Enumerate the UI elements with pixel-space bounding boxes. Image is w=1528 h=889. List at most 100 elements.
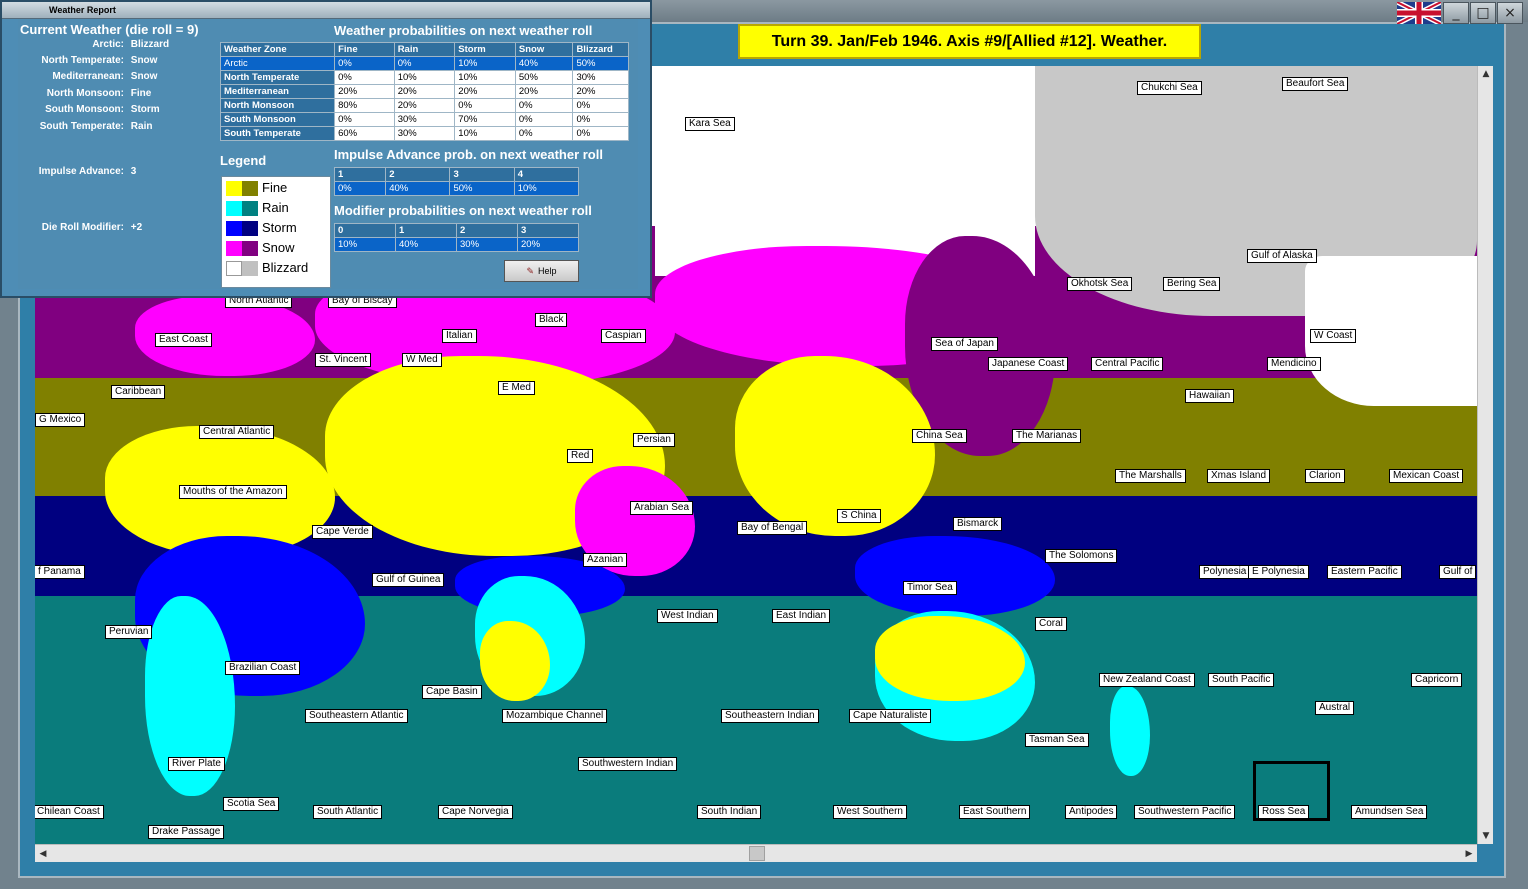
help-button[interactable]: ✎ Help [504,260,579,282]
sea-zone-label[interactable]: Okhotsk Sea [1067,277,1133,291]
table-row[interactable]: North Monsoon 80% 20% 0% 0% 0% [219,98,629,113]
vertical-scrollbar[interactable]: ▲ ▼ [1477,66,1493,844]
sea-zone-label[interactable]: Cape Verde [312,525,373,539]
table-row[interactable]: Mediterranean 20% 20% 20% 20% 20% [219,84,629,99]
sea-zone-label[interactable]: The Solomons [1045,549,1118,563]
sea-zone-label[interactable]: Gulf of [1439,565,1477,579]
current-weather-title: Current Weather (die roll = 9) [20,22,199,37]
sea-zone-label[interactable]: Mozambique Channel [502,709,608,723]
sea-zone-label[interactable]: St. Vincent [315,353,372,367]
sea-zone-label[interactable]: Beaufort Sea [1282,77,1349,91]
sea-zone-label[interactable]: Austral [1315,701,1355,715]
minimize-button[interactable]: _ [1443,2,1469,24]
sea-zone-label[interactable]: Eastern Pacific [1327,565,1402,579]
sea-zone-label[interactable]: Japanese Coast [988,357,1069,371]
sea-zone-label[interactable]: South Atlantic [313,805,383,819]
sea-zone-label[interactable]: E Med [498,381,535,395]
horizontal-scrollbar[interactable]: ◀ ▶ [35,844,1477,862]
sea-zone-label[interactable]: South Indian [697,805,762,819]
sea-zone-label[interactable]: W Med [402,353,442,367]
maximize-button[interactable]: □ [1470,2,1496,24]
sea-zone-label[interactable]: East Indian [772,609,831,623]
sea-zone-label[interactable]: The Marshalls [1115,469,1186,483]
sea-zone-label[interactable]: River Plate [168,757,225,771]
sea-zone-label[interactable]: W Coast [1310,329,1357,343]
sea-zone-label[interactable]: Coral [1035,617,1067,631]
legend-swatch-dark [242,181,258,196]
weather-report-dialog[interactable]: Weather Report Current Weather (die roll… [0,0,652,298]
sea-zone-label[interactable]: Red [567,449,594,463]
scroll-right-icon[interactable]: ▶ [1461,846,1477,862]
sea-zone-label[interactable]: Azanian [583,553,628,567]
sea-zone-label[interactable]: Central Pacific [1091,357,1164,371]
sea-zone-label[interactable]: South Pacific [1208,673,1275,687]
sea-zone-label[interactable]: Mexican Coast [1389,469,1464,483]
weather-zone-cell: South Temperate [219,126,336,141]
sea-zone-label[interactable]: Southwestern Indian [578,757,678,771]
sea-zone-label[interactable]: The Marianas [1012,429,1082,443]
table-row[interactable]: South Temperate 60% 30% 10% 0% 0% [219,126,629,141]
sea-zone-label[interactable]: Peruvian [105,625,153,639]
sea-zone-label[interactable]: Cape Basin [422,685,482,699]
sea-zone-label[interactable]: Caspian [601,329,646,343]
scroll-up-icon[interactable]: ▲ [1478,66,1494,82]
sea-zone-label[interactable]: Arabian Sea [630,501,694,515]
sea-zone-label[interactable]: Gulf of Guinea [372,573,445,587]
sea-zone-label[interactable]: Cape Norvegia [438,805,513,819]
sea-zone-label[interactable]: Timor Sea [903,581,957,595]
sea-zone-label[interactable]: Bering Sea [1163,277,1221,291]
sea-zone-label[interactable]: Persian [633,433,675,447]
scroll-thumb[interactable] [749,846,765,861]
union-jack-flag-icon[interactable] [1395,0,1443,27]
sea-zone-label[interactable]: Tasman Sea [1025,733,1089,747]
sea-zone-label[interactable]: Chukchi Sea [1137,81,1202,95]
sea-zone-label[interactable]: Drake Passage [148,825,225,839]
sea-zone-label[interactable]: Black [535,313,568,327]
sea-zone-label[interactable]: Bay of Bengal [737,521,808,535]
sea-zone-label[interactable]: Gulf of Alaska [1247,249,1317,263]
column-header: 4 [513,167,580,182]
sea-zone-label[interactable]: West Southern [833,805,907,819]
sea-zone-label[interactable]: East Southern [959,805,1031,819]
sea-zone-label[interactable]: West Indian [657,609,718,623]
sea-zone-label[interactable]: Italian [442,329,477,343]
sea-zone-label[interactable]: Hawaiian [1185,389,1235,403]
sea-zone-label[interactable]: Clarion [1305,469,1345,483]
sea-zone-label[interactable]: Southeastern Atlantic [305,709,408,723]
sea-zone-label[interactable]: Caribbean [111,385,166,399]
sea-zone-label[interactable]: Kara Sea [685,117,735,131]
sea-zone-label[interactable]: S China [837,509,881,523]
sea-zone-label[interactable]: Polynesia [1199,565,1251,579]
sea-zone-label[interactable]: Mouths of the Amazon [179,485,287,499]
sea-zone-label[interactable]: Bismarck [953,517,1003,531]
sea-zone-label[interactable]: New Zealand Coast [1099,673,1195,687]
sea-zone-label[interactable]: Antipodes [1065,805,1118,819]
sea-zone-label[interactable]: Southeastern Indian [721,709,819,723]
current-weather-row: North Temperate: Snow [18,55,157,66]
table-row[interactable]: Arctic 0% 0% 10% 40% 50% [219,56,629,71]
sea-zone-label[interactable]: Brazilian Coast [225,661,301,675]
table-row[interactable]: South Monsoon 0% 30% 70% 0% 0% [219,112,629,127]
sea-zone-label[interactable]: Scotia Sea [223,797,280,811]
close-button[interactable]: × [1497,2,1523,24]
sea-zone-label[interactable]: f Panama [35,565,85,579]
sea-zone-label[interactable]: E Polynesia [1248,565,1309,579]
sea-zone-label[interactable]: Capricorn [1411,673,1463,687]
scroll-down-icon[interactable]: ▼ [1478,828,1494,844]
prob-cell: 0% [572,126,629,141]
sea-zone-label[interactable]: Chilean Coast [35,805,104,819]
weather-zone-cell: North Temperate [219,70,336,85]
sea-zone-label[interactable]: China Sea [912,429,967,443]
sea-zone-label[interactable]: Ross Sea [1258,805,1310,819]
sea-zone-label[interactable]: Cape Naturaliste [849,709,932,723]
sea-zone-label[interactable]: Sea of Japan [931,337,998,351]
sea-zone-label[interactable]: G Mexico [35,413,86,427]
scroll-left-icon[interactable]: ◀ [35,846,51,862]
sea-zone-label[interactable]: Southwestern Pacific [1134,805,1236,819]
sea-zone-label[interactable]: Central Atlantic [199,425,275,439]
sea-zone-label[interactable]: East Coast [155,333,212,347]
sea-zone-label[interactable]: Amundsen Sea [1351,805,1428,819]
sea-zone-label[interactable]: Mendicino [1267,357,1321,371]
sea-zone-label[interactable]: Xmas Island [1207,469,1271,483]
table-row[interactable]: North Temperate 0% 10% 10% 50% 30% [219,70,629,85]
